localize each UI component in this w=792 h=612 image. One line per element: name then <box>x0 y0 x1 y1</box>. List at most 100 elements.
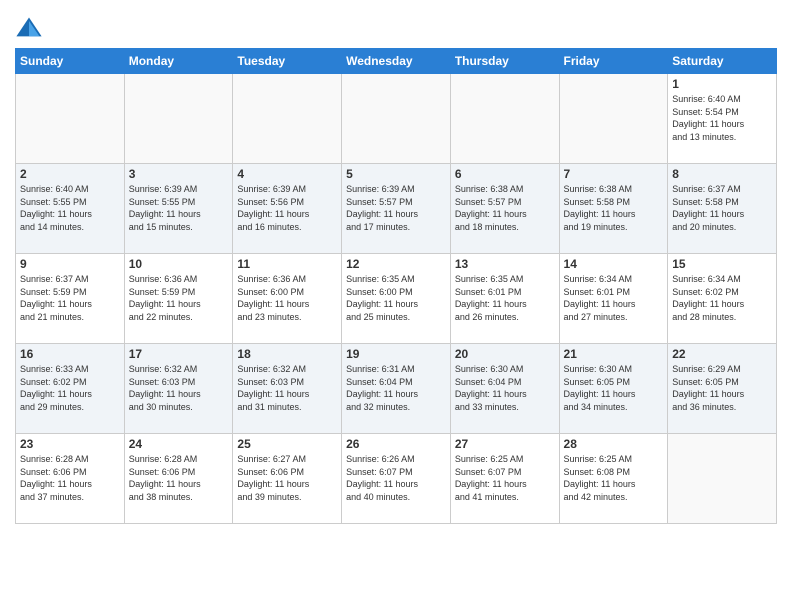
day-info: Sunrise: 6:25 AM Sunset: 6:08 PM Dayligh… <box>564 453 664 503</box>
day-info: Sunrise: 6:36 AM Sunset: 6:00 PM Dayligh… <box>237 273 337 323</box>
day-number: 7 <box>564 167 664 181</box>
day-info: Sunrise: 6:28 AM Sunset: 6:06 PM Dayligh… <box>20 453 120 503</box>
calendar-week-2: 2 Sunrise: 6:40 AM Sunset: 5:55 PM Daylig… <box>16 164 777 254</box>
logo <box>15 14 45 42</box>
calendar-cell: 28 Sunrise: 6:25 AM Sunset: 6:08 PM Dayli… <box>559 434 668 524</box>
calendar-cell <box>668 434 777 524</box>
calendar-cell <box>233 74 342 164</box>
calendar-cell: 6Sunrise: 6:38 AM Sunset: 5:57 PM Daylig… <box>450 164 559 254</box>
day-info: Sunrise: 6:39 AM Sunset: 5:56 PM Dayligh… <box>237 183 337 233</box>
weekday-header-sunday: Sunday <box>16 49 125 74</box>
day-number: 23 <box>20 437 120 451</box>
day-number: 19 <box>346 347 446 361</box>
page: SundayMondayTuesdayWednesdayThursdayFrid… <box>0 0 792 612</box>
day-info: Sunrise: 6:31 AM Sunset: 6:04 PM Dayligh… <box>346 363 446 413</box>
weekday-header-friday: Friday <box>559 49 668 74</box>
day-number: 21 <box>564 347 664 361</box>
calendar-cell <box>16 74 125 164</box>
day-number: 8 <box>672 167 772 181</box>
calendar-cell <box>450 74 559 164</box>
day-info: Sunrise: 6:40 AM Sunset: 5:55 PM Dayligh… <box>20 183 120 233</box>
day-info: Sunrise: 6:25 AM Sunset: 6:07 PM Dayligh… <box>455 453 555 503</box>
calendar-header: SundayMondayTuesdayWednesdayThursdayFrid… <box>16 49 777 74</box>
day-info: Sunrise: 6:32 AM Sunset: 6:03 PM Dayligh… <box>237 363 337 413</box>
calendar-cell: 17 Sunrise: 6:32 AM Sunset: 6:03 PM Dayli… <box>124 344 233 434</box>
calendar-cell: 18 Sunrise: 6:32 AM Sunset: 6:03 PM Dayli… <box>233 344 342 434</box>
calendar-cell: 19 Sunrise: 6:31 AM Sunset: 6:04 PM Dayli… <box>342 344 451 434</box>
day-info: Sunrise: 6:28 AM Sunset: 6:06 PM Dayligh… <box>129 453 229 503</box>
day-info: Sunrise: 6:34 AM Sunset: 6:02 PM Dayligh… <box>672 273 772 323</box>
calendar-cell: 10 Sunrise: 6:36 AM Sunset: 5:59 PM Dayli… <box>124 254 233 344</box>
weekday-row: SundayMondayTuesdayWednesdayThursdayFrid… <box>16 49 777 74</box>
day-number: 10 <box>129 257 229 271</box>
calendar-body: 1Sunrise: 6:40 AM Sunset: 5:54 PM Daylig… <box>16 74 777 524</box>
weekday-header-tuesday: Tuesday <box>233 49 342 74</box>
day-number: 25 <box>237 437 337 451</box>
day-number: 9 <box>20 257 120 271</box>
day-info: Sunrise: 6:32 AM Sunset: 6:03 PM Dayligh… <box>129 363 229 413</box>
day-info: Sunrise: 6:37 AM Sunset: 5:59 PM Dayligh… <box>20 273 120 323</box>
calendar-cell: 7 Sunrise: 6:38 AM Sunset: 5:58 PM Daylig… <box>559 164 668 254</box>
day-number: 13 <box>455 257 555 271</box>
calendar-cell: 14 Sunrise: 6:34 AM Sunset: 6:01 PM Dayli… <box>559 254 668 344</box>
calendar-cell <box>342 74 451 164</box>
day-info: Sunrise: 6:38 AM Sunset: 5:58 PM Dayligh… <box>564 183 664 233</box>
day-number: 20 <box>455 347 555 361</box>
calendar-week-3: 9 Sunrise: 6:37 AM Sunset: 5:59 PM Daylig… <box>16 254 777 344</box>
day-number: 2 <box>20 167 120 181</box>
calendar-table: SundayMondayTuesdayWednesdayThursdayFrid… <box>15 48 777 524</box>
day-info: Sunrise: 6:30 AM Sunset: 6:05 PM Dayligh… <box>564 363 664 413</box>
calendar-cell: 16 Sunrise: 6:33 AM Sunset: 6:02 PM Dayli… <box>16 344 125 434</box>
day-info: Sunrise: 6:35 AM Sunset: 6:01 PM Dayligh… <box>455 273 555 323</box>
day-info: Sunrise: 6:34 AM Sunset: 6:01 PM Dayligh… <box>564 273 664 323</box>
calendar-cell: 11 Sunrise: 6:36 AM Sunset: 6:00 PM Dayli… <box>233 254 342 344</box>
day-info: Sunrise: 6:40 AM Sunset: 5:54 PM Dayligh… <box>672 93 772 143</box>
weekday-header-wednesday: Wednesday <box>342 49 451 74</box>
calendar-cell: 27 Sunrise: 6:25 AM Sunset: 6:07 PM Dayli… <box>450 434 559 524</box>
calendar-cell: 26 Sunrise: 6:26 AM Sunset: 6:07 PM Dayli… <box>342 434 451 524</box>
calendar-cell: 5 Sunrise: 6:39 AM Sunset: 5:57 PM Daylig… <box>342 164 451 254</box>
calendar-week-1: 1Sunrise: 6:40 AM Sunset: 5:54 PM Daylig… <box>16 74 777 164</box>
day-number: 27 <box>455 437 555 451</box>
day-number: 4 <box>237 167 337 181</box>
day-info: Sunrise: 6:29 AM Sunset: 6:05 PM Dayligh… <box>672 363 772 413</box>
weekday-header-thursday: Thursday <box>450 49 559 74</box>
calendar-cell: 13 Sunrise: 6:35 AM Sunset: 6:01 PM Dayli… <box>450 254 559 344</box>
calendar-cell: 8 Sunrise: 6:37 AM Sunset: 5:58 PM Daylig… <box>668 164 777 254</box>
calendar-cell: 3 Sunrise: 6:39 AM Sunset: 5:55 PM Daylig… <box>124 164 233 254</box>
day-number: 17 <box>129 347 229 361</box>
day-info: Sunrise: 6:26 AM Sunset: 6:07 PM Dayligh… <box>346 453 446 503</box>
logo-icon <box>15 14 43 42</box>
day-number: 14 <box>564 257 664 271</box>
header <box>15 10 777 42</box>
day-info: Sunrise: 6:30 AM Sunset: 6:04 PM Dayligh… <box>455 363 555 413</box>
day-info: Sunrise: 6:39 AM Sunset: 5:57 PM Dayligh… <box>346 183 446 233</box>
calendar-cell: 9 Sunrise: 6:37 AM Sunset: 5:59 PM Daylig… <box>16 254 125 344</box>
calendar-week-4: 16 Sunrise: 6:33 AM Sunset: 6:02 PM Dayli… <box>16 344 777 434</box>
day-number: 11 <box>237 257 337 271</box>
day-info: Sunrise: 6:36 AM Sunset: 5:59 PM Dayligh… <box>129 273 229 323</box>
calendar-cell: 15 Sunrise: 6:34 AM Sunset: 6:02 PM Dayli… <box>668 254 777 344</box>
calendar-week-5: 23 Sunrise: 6:28 AM Sunset: 6:06 PM Dayli… <box>16 434 777 524</box>
weekday-header-saturday: Saturday <box>668 49 777 74</box>
calendar-cell <box>124 74 233 164</box>
day-number: 28 <box>564 437 664 451</box>
day-number: 15 <box>672 257 772 271</box>
day-number: 5 <box>346 167 446 181</box>
day-info: Sunrise: 6:35 AM Sunset: 6:00 PM Dayligh… <box>346 273 446 323</box>
day-number: 22 <box>672 347 772 361</box>
day-info: Sunrise: 6:33 AM Sunset: 6:02 PM Dayligh… <box>20 363 120 413</box>
day-number: 3 <box>129 167 229 181</box>
day-number: 16 <box>20 347 120 361</box>
day-info: Sunrise: 6:37 AM Sunset: 5:58 PM Dayligh… <box>672 183 772 233</box>
day-info: Sunrise: 6:27 AM Sunset: 6:06 PM Dayligh… <box>237 453 337 503</box>
day-info: Sunrise: 6:39 AM Sunset: 5:55 PM Dayligh… <box>129 183 229 233</box>
calendar-cell: 22 Sunrise: 6:29 AM Sunset: 6:05 PM Dayli… <box>668 344 777 434</box>
day-number: 12 <box>346 257 446 271</box>
day-number: 18 <box>237 347 337 361</box>
calendar-cell: 1Sunrise: 6:40 AM Sunset: 5:54 PM Daylig… <box>668 74 777 164</box>
day-number: 26 <box>346 437 446 451</box>
day-number: 24 <box>129 437 229 451</box>
calendar-cell: 21 Sunrise: 6:30 AM Sunset: 6:05 PM Dayli… <box>559 344 668 434</box>
day-number: 6 <box>455 167 555 181</box>
